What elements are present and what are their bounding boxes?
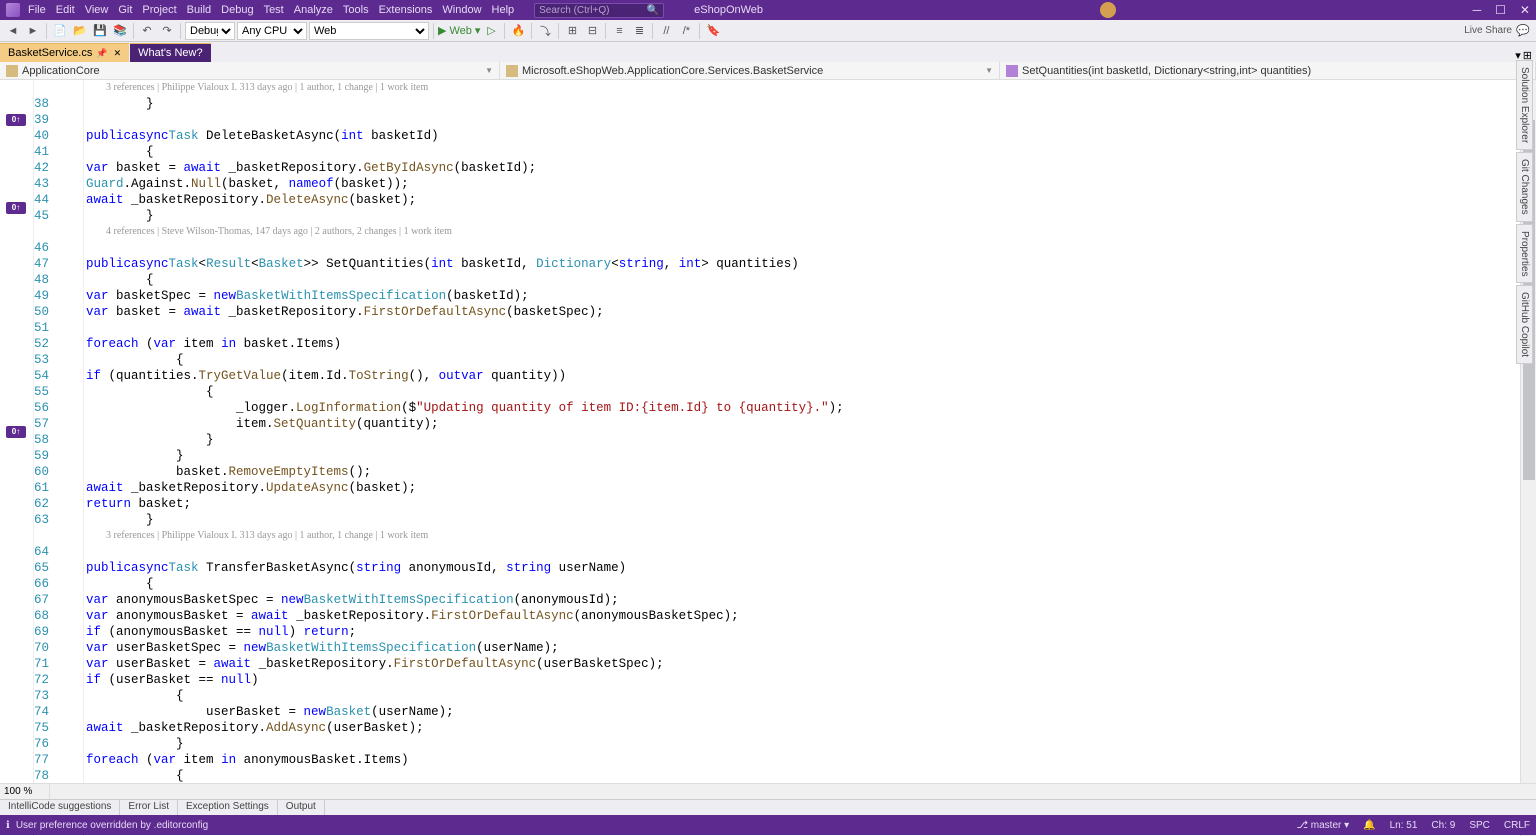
member-name: SetQuantities(int basketId, Dictionary<s… — [1022, 65, 1311, 77]
code-content[interactable]: 3 references | Philippe Vialoux I. 313 d… — [84, 80, 1520, 836]
chevron-down-icon: ▼ — [485, 66, 493, 75]
references-badge[interactable]: 0↑ — [6, 426, 26, 438]
output-tab[interactable]: Output — [278, 800, 325, 815]
live-share-button[interactable]: Live Share — [1464, 22, 1512, 40]
undo-button[interactable]: ↶ — [138, 22, 156, 40]
tab-label: BasketService.cs — [8, 47, 92, 59]
solution-explorer-tab[interactable]: Solution Explorer — [1516, 60, 1533, 150]
tab-inactive[interactable]: What's New? — [130, 43, 210, 62]
status-char[interactable]: Ch: 9 — [1431, 820, 1455, 831]
window-controls: ─ ☐ ✕ — [1473, 3, 1530, 17]
uncomment-button[interactable]: /* — [677, 22, 695, 40]
fold-margin[interactable] — [70, 80, 84, 836]
references-badge[interactable]: 0↑ — [6, 114, 26, 126]
search-icon: 🔍 — [647, 5, 659, 16]
new-project-button[interactable]: 📄 — [51, 22, 69, 40]
menu-view[interactable]: View — [85, 4, 109, 16]
status-bell-icon[interactable]: 🔔 — [1363, 820, 1375, 831]
search-placeholder: Search (Ctrl+Q) — [539, 5, 609, 16]
solution-name: eShopOnWeb — [694, 4, 763, 16]
run-no-debug-button[interactable]: ▷ — [482, 22, 500, 40]
close-button[interactable]: ✕ — [1520, 3, 1530, 17]
line-number-gutter: 3839404142434445464748495051525354555657… — [34, 80, 70, 836]
menu-extensions[interactable]: Extensions — [379, 4, 433, 16]
status-line[interactable]: Ln: 51 — [1390, 820, 1418, 831]
git-changes-tab[interactable]: Git Changes — [1516, 152, 1533, 222]
project-dropdown[interactable]: ApplicationCore ▼ — [0, 62, 500, 79]
hot-reload-button[interactable]: 🔥 — [509, 22, 527, 40]
config-dropdown[interactable]: Debug — [185, 22, 235, 40]
redo-button[interactable]: ↷ — [158, 22, 176, 40]
class-name: Microsoft.eShopWeb.ApplicationCore.Servi… — [522, 65, 823, 77]
menu-git[interactable]: Git — [118, 4, 132, 16]
bookmark-button[interactable]: 🔖 — [704, 22, 722, 40]
vs-logo-icon — [6, 3, 20, 17]
misc-2[interactable]: ⊟ — [583, 22, 601, 40]
code-editor[interactable]: 0↑ 0↑ 0↑ 3839404142434445464748495051525… — [0, 80, 1536, 836]
nav-back-button[interactable]: ◄ — [4, 22, 22, 40]
minimize-button[interactable]: ─ — [1473, 3, 1482, 17]
menu-tools[interactable]: Tools — [343, 4, 369, 16]
menu-edit[interactable]: Edit — [56, 4, 75, 16]
class-icon — [506, 65, 518, 77]
feedback-button[interactable]: 💬 — [1514, 22, 1532, 40]
menu-window[interactable]: Window — [442, 4, 481, 16]
tab-active[interactable]: BasketService.cs 📌 ✕ — [0, 43, 129, 62]
references-badge[interactable]: 0↑ — [6, 202, 26, 214]
status-spaces[interactable]: SPC — [1469, 820, 1490, 831]
document-tabs: BasketService.cs 📌 ✕ What's New? ▾ ⊞ — [0, 42, 1536, 62]
indicator-margin: 0↑ 0↑ 0↑ — [0, 80, 34, 836]
close-tab-icon[interactable]: ✕ — [114, 48, 122, 59]
user-avatar[interactable] — [1100, 2, 1116, 18]
csharp-project-icon — [6, 65, 18, 77]
info-icon: ℹ — [6, 820, 10, 831]
search-box[interactable]: Search (Ctrl+Q) 🔍 — [534, 3, 664, 18]
intellicode-tab[interactable]: IntelliCode suggestions — [0, 800, 120, 815]
platform-dropdown[interactable]: Any CPU — [237, 22, 307, 40]
method-icon — [1006, 65, 1018, 77]
menu-build[interactable]: Build — [187, 4, 211, 16]
menu-project[interactable]: Project — [142, 4, 176, 16]
class-dropdown[interactable]: Microsoft.eShopWeb.ApplicationCore.Servi… — [500, 62, 1000, 79]
menu-test[interactable]: Test — [264, 4, 284, 16]
status-git[interactable]: ⎇ master ▾ — [1296, 820, 1349, 831]
save-all-button[interactable]: 📚 — [111, 22, 129, 40]
status-bar: ℹ User preference overridden by .editorc… — [0, 815, 1536, 835]
menu-file[interactable]: File — [28, 4, 46, 16]
save-button[interactable]: 💾 — [91, 22, 109, 40]
horizontal-scrollbar-row: 100 % — [0, 783, 1536, 799]
bottom-tool-tabs: IntelliCode suggestions Error List Excep… — [0, 799, 1536, 815]
status-crlf[interactable]: CRLF — [1504, 820, 1530, 831]
open-file-button[interactable]: 📂 — [71, 22, 89, 40]
main-menu: File Edit View Git Project Build Debug T… — [28, 4, 514, 16]
project-name: ApplicationCore — [22, 65, 100, 77]
properties-tab[interactable]: Properties — [1516, 224, 1533, 284]
status-message: User preference overridden by .editorcon… — [16, 820, 208, 831]
error-list-tab[interactable]: Error List — [120, 800, 178, 815]
comment-button[interactable]: // — [657, 22, 675, 40]
github-copilot-tab[interactable]: GitHub Copilot — [1516, 285, 1533, 364]
startup-dropdown[interactable]: Web — [309, 22, 429, 40]
run-button[interactable]: ▶ Web ▾ — [438, 24, 480, 37]
indent-button[interactable]: ≡ — [610, 22, 628, 40]
menu-analyze[interactable]: Analyze — [294, 4, 333, 16]
pin-icon[interactable]: 📌 — [96, 48, 107, 59]
exception-settings-tab[interactable]: Exception Settings — [178, 800, 278, 815]
horizontal-scrollbar[interactable] — [50, 784, 1536, 799]
tab-label: What's New? — [138, 47, 202, 59]
navigation-bar: ApplicationCore ▼ Microsoft.eShopWeb.App… — [0, 62, 1536, 80]
chevron-down-icon: ▼ — [985, 66, 993, 75]
maximize-button[interactable]: ☐ — [1495, 3, 1506, 17]
menu-debug[interactable]: Debug — [221, 4, 253, 16]
member-dropdown[interactable]: SetQuantities(int basketId, Dictionary<s… — [1000, 62, 1536, 79]
misc-1[interactable]: ⊞ — [563, 22, 581, 40]
titlebar: File Edit View Git Project Build Debug T… — [0, 0, 1536, 20]
outdent-button[interactable]: ≣ — [630, 22, 648, 40]
main-toolbar: ◄ ► 📄 📂 💾 📚 ↶ ↷ Debug Any CPU Web ▶ Web … — [0, 20, 1536, 42]
right-tool-tabs: Solution Explorer Git Changes Properties… — [1516, 60, 1536, 366]
menu-help[interactable]: Help — [492, 4, 515, 16]
nav-fwd-button[interactable]: ► — [24, 22, 42, 40]
zoom-dropdown[interactable]: 100 % — [0, 784, 50, 799]
step-button[interactable]: ⤵ — [536, 22, 554, 40]
